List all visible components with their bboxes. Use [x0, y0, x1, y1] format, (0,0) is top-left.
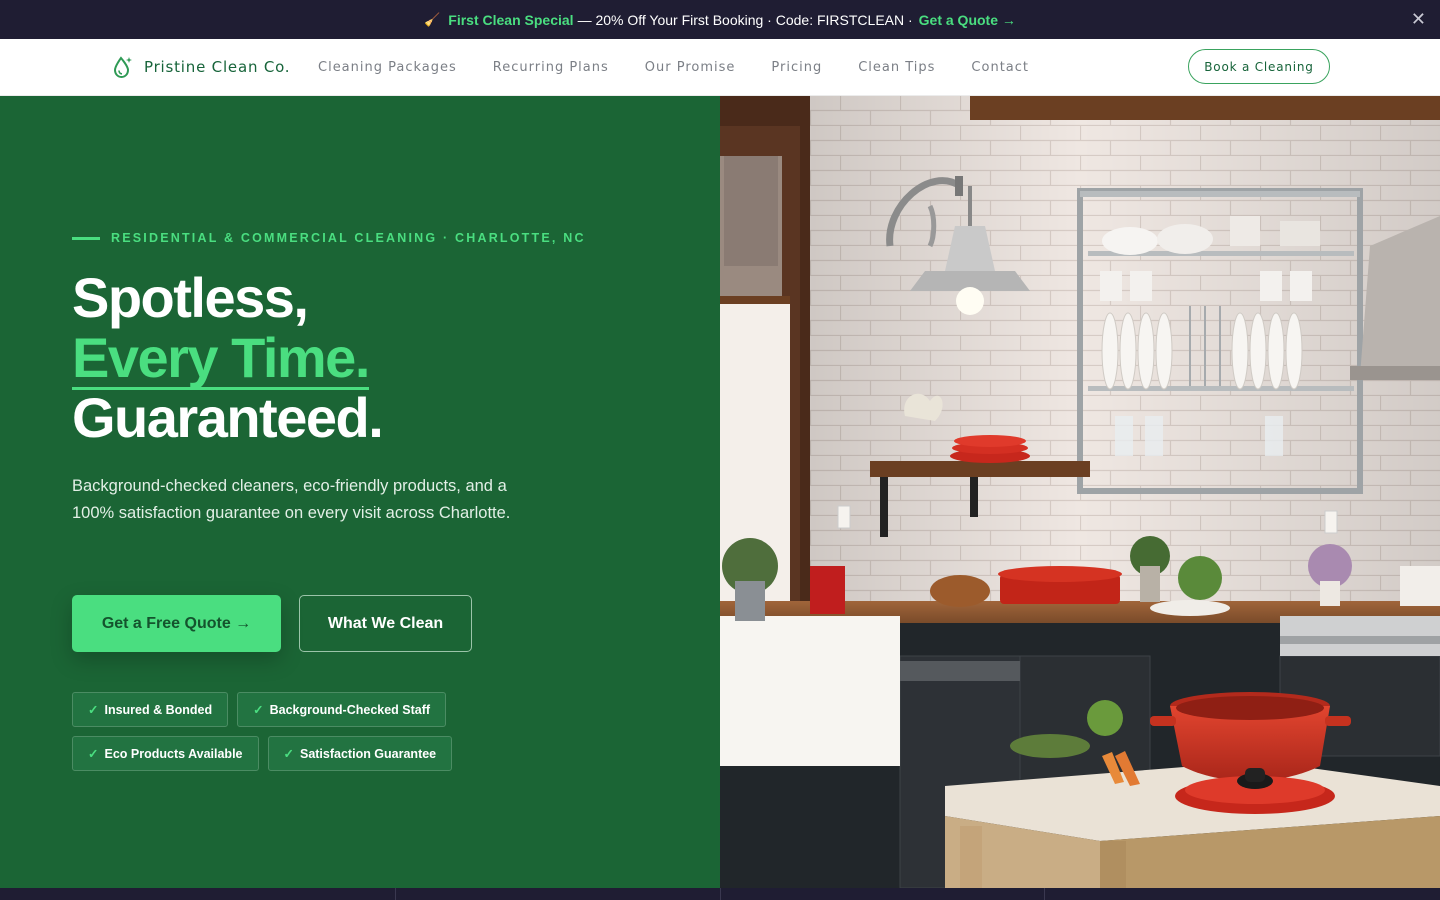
headline-line-1: Spotless,: [72, 266, 309, 329]
bottom-strip: [0, 888, 1440, 900]
close-icon[interactable]: ✕: [1411, 9, 1426, 29]
badge-label: Background-Checked Staff: [269, 702, 431, 717]
broom-icon: 🧹: [424, 11, 441, 27]
badge-satisfaction-guarantee: ✓ Satisfaction Guarantee: [267, 736, 453, 771]
hero-section: RESIDENTIAL & COMMERCIAL CLEANING · CHAR…: [0, 96, 720, 888]
badge-insured-bonded: ✓ Insured & Bonded: [72, 692, 229, 727]
hero-subtext: Background-checked cleaners, eco-friendl…: [72, 477, 511, 522]
eyebrow-text: RESIDENTIAL & COMMERCIAL CLEANING · CHAR…: [111, 231, 586, 245]
nav-link-cleaning-packages[interactable]: Cleaning Packages: [318, 60, 457, 75]
get-free-quote-button[interactable]: Get a Free Quote →: [72, 595, 281, 652]
what-we-clean-button[interactable]: What We Clean: [299, 595, 472, 652]
strip-divider: [1044, 888, 1045, 900]
nav-links: Cleaning Packages Recurring Plans Our Pr…: [318, 60, 1065, 75]
hero-eyebrow: RESIDENTIAL & COMMERCIAL CLEANING · CHAR…: [72, 231, 586, 245]
kitchen-illustration: [720, 96, 1440, 888]
book-cleaning-button[interactable]: Book a Cleaning: [1188, 49, 1330, 84]
logo-text: Pristine Clean Co.: [144, 58, 291, 76]
badge-background-checked: ✓ Background-Checked Staff: [237, 692, 447, 727]
headline-line-2: Every Time.: [72, 326, 370, 390]
check-icon: ✓: [88, 747, 99, 761]
announcement-text: — 20% Off Your First Booking · Code: FIR…: [577, 11, 913, 28]
hero-headline: Spotless, Every Time. Guaranteed.: [72, 266, 384, 449]
nav-link-our-promise[interactable]: Our Promise: [645, 60, 736, 75]
announcement-bar: 🧹 First Clean Special — 20% Off Your Fir…: [0, 0, 1440, 39]
check-icon: ✓: [88, 703, 99, 717]
eyebrow-dash: [72, 236, 100, 240]
nav-link-pricing[interactable]: Pricing: [771, 60, 822, 75]
check-icon: ✓: [253, 703, 264, 717]
hero-kitchen-image: [720, 96, 1440, 888]
badge-label: Eco Products Available: [104, 746, 243, 761]
badge-label: Satisfaction Guarantee: [299, 746, 437, 761]
trust-badges: ✓ Insured & Bonded ✓ Background-Checked …: [72, 692, 632, 780]
announcement-special: First Clean Special: [448, 11, 574, 28]
check-icon: ✓: [283, 747, 294, 761]
headline-line-3: Guaranteed.: [72, 386, 384, 449]
strip-divider: [395, 888, 396, 900]
nav-link-clean-tips[interactable]: Clean Tips: [858, 60, 935, 75]
nav-link-contact[interactable]: Contact: [971, 60, 1029, 75]
nav-link-recurring-plans[interactable]: Recurring Plans: [493, 60, 609, 75]
droplet-icon: [113, 56, 132, 79]
strip-divider: [720, 888, 721, 900]
announcement-quote-link[interactable]: Get a Quote →: [919, 12, 1016, 28]
badge-label: Insured & Bonded: [104, 702, 213, 717]
main-nav: Pristine Clean Co. Cleaning Packages Rec…: [0, 39, 1440, 96]
logo[interactable]: Pristine Clean Co.: [112, 55, 290, 79]
badge-eco-products: ✓ Eco Products Available: [72, 736, 259, 771]
